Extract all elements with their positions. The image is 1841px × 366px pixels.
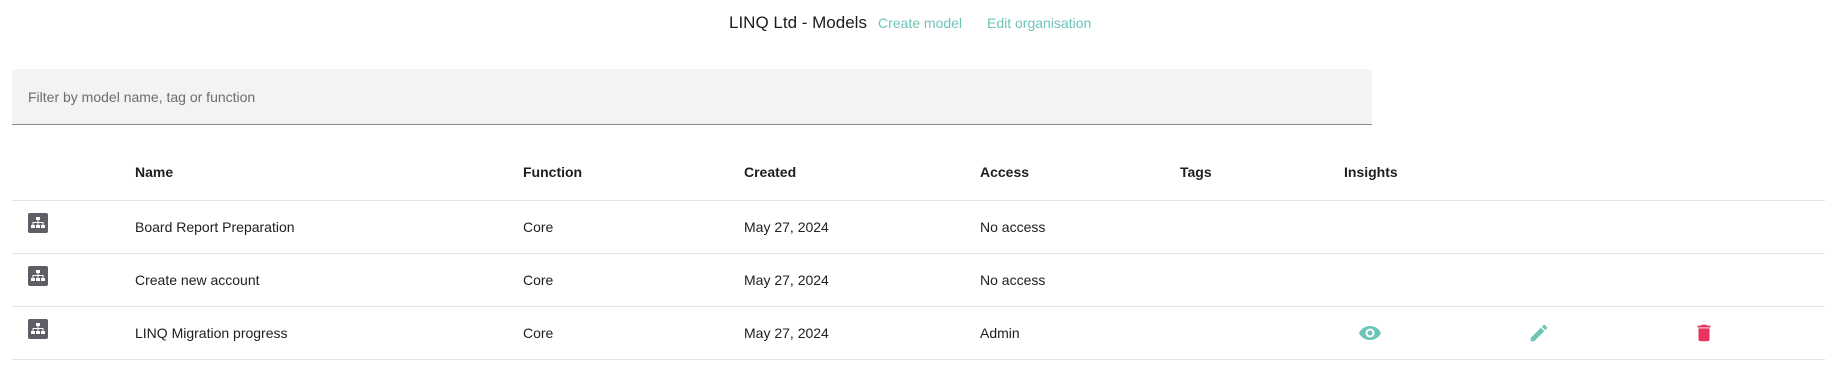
column-header-tags[interactable]: Tags bbox=[1180, 145, 1212, 198]
model-access: No access bbox=[980, 219, 1046, 235]
page-title: LINQ Ltd - Models bbox=[729, 13, 867, 32]
column-header-access[interactable]: Access bbox=[980, 145, 1029, 198]
column-header-name[interactable]: Name bbox=[135, 145, 173, 198]
models-table: Name Function Created Access Tags Insigh… bbox=[12, 147, 1825, 360]
model-function: Core bbox=[523, 272, 554, 288]
model-created-date: May 27, 2024 bbox=[744, 219, 829, 235]
filter-input[interactable] bbox=[12, 69, 1372, 124]
model-access: Admin bbox=[980, 325, 1020, 341]
column-header-function[interactable]: Function bbox=[523, 145, 582, 198]
column-header-insights[interactable]: Insights bbox=[1344, 145, 1398, 198]
column-header-created[interactable]: Created bbox=[744, 145, 796, 198]
model-name[interactable]: Create new account bbox=[135, 254, 260, 306]
edit-icon[interactable] bbox=[1525, 319, 1553, 347]
table-row[interactable]: Create new account Core May 27, 2024 No … bbox=[12, 254, 1825, 307]
model-hierarchy-icon bbox=[28, 213, 48, 233]
model-function: Core bbox=[523, 325, 554, 341]
table-row[interactable]: Board Report Preparation Core May 27, 20… bbox=[12, 201, 1825, 254]
top-bar: LINQ Ltd - Models Create model Edit orga… bbox=[0, 0, 1841, 46]
table-row[interactable]: LINQ Migration progress Core May 27, 202… bbox=[12, 307, 1825, 360]
model-access: No access bbox=[980, 272, 1046, 288]
model-function: Core bbox=[523, 219, 554, 235]
table-header-row: Name Function Created Access Tags Insigh… bbox=[12, 147, 1825, 201]
view-icon[interactable] bbox=[1356, 319, 1384, 347]
model-created-date: May 27, 2024 bbox=[744, 325, 829, 341]
model-hierarchy-icon bbox=[28, 319, 48, 339]
edit-organisation-link[interactable]: Edit organisation bbox=[987, 15, 1091, 31]
model-name[interactable]: LINQ Migration progress bbox=[135, 307, 288, 359]
model-name[interactable]: Board Report Preparation bbox=[135, 201, 295, 253]
model-hierarchy-icon bbox=[28, 266, 48, 286]
filter-field bbox=[12, 69, 1372, 125]
model-created-date: May 27, 2024 bbox=[744, 272, 829, 288]
delete-icon[interactable] bbox=[1690, 319, 1718, 347]
create-model-link[interactable]: Create model bbox=[878, 15, 962, 31]
